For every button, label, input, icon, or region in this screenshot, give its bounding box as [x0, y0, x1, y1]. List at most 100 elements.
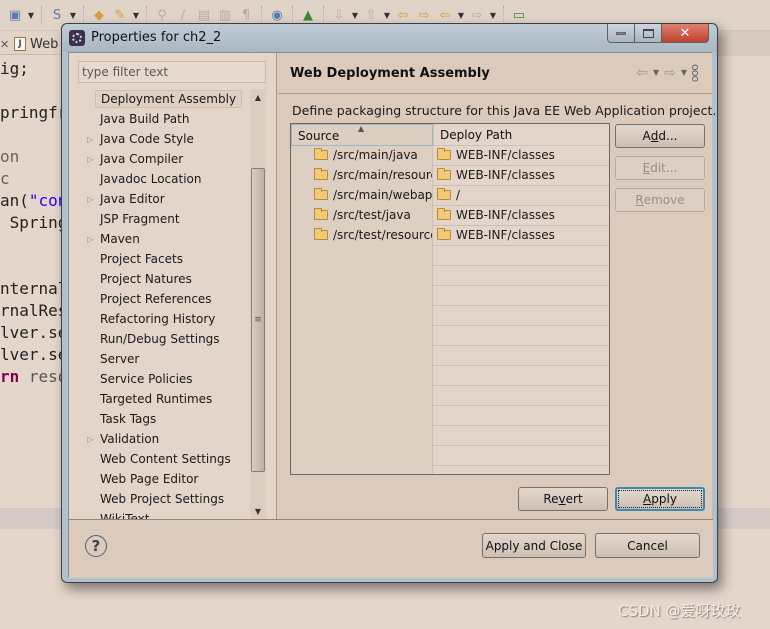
- table-row[interactable]: /src/main/java WEB-INF/classes: [291, 146, 609, 166]
- forward-dropdown-icon[interactable]: ▼: [681, 68, 687, 77]
- back-arrow-icon[interactable]: ⇦: [636, 65, 648, 81]
- tree-item[interactable]: Project References: [69, 289, 249, 309]
- forward-edit-icon[interactable]: ⇨: [415, 6, 433, 24]
- tree-item[interactable]: Java Build Path: [69, 109, 249, 129]
- deploy-path-cell: [433, 406, 609, 426]
- tree-item[interactable]: ▷ Java Editor: [69, 189, 249, 209]
- dropdown-arrow-icon[interactable]: ▼: [489, 6, 497, 24]
- tree-item[interactable]: Run/Debug Settings: [69, 329, 249, 349]
- tree-item-label: Java Build Path: [100, 112, 190, 126]
- globe-icon[interactable]: ◉: [268, 6, 286, 24]
- tree-scrollbar[interactable]: ▲ ≡ ▼: [250, 89, 266, 519]
- tree-item-label: Maven: [100, 232, 140, 246]
- tree-item[interactable]: ▷ Java Code Style: [69, 129, 249, 149]
- code-line: lver.se: [0, 323, 68, 342]
- last-edit-icon[interactable]: ⇦: [394, 6, 412, 24]
- tree-item[interactable]: ▷ Maven: [69, 229, 249, 249]
- tree-item[interactable]: Task Tags: [69, 409, 249, 429]
- forward-icon[interactable]: ⇨: [468, 6, 486, 24]
- tree-item[interactable]: Web Page Editor: [69, 469, 249, 489]
- source-cell: [291, 306, 433, 326]
- forward-arrow-icon[interactable]: ⇨: [664, 65, 676, 81]
- dropdown-arrow-icon[interactable]: ▼: [457, 6, 465, 24]
- table-row[interactable]: /src/test/resources WEB-INF/classes: [291, 226, 609, 246]
- tree-item[interactable]: Web Content Settings: [69, 449, 249, 469]
- dropdown-arrow-icon[interactable]: ▼: [132, 6, 140, 24]
- tree-item-label: Web Content Settings: [100, 452, 231, 466]
- deploy-path-cell: WEB-INF/classes: [433, 166, 609, 186]
- column-header-deploy-path[interactable]: Deploy Path: [433, 124, 609, 146]
- table-row[interactable]: /src/main/resources WEB-INF/classes: [291, 166, 609, 186]
- remove-button[interactable]: Remove: [615, 188, 705, 212]
- minimize-button[interactable]: [607, 24, 635, 43]
- scroll-up-arrow-icon[interactable]: ▲: [250, 89, 266, 105]
- source-cell: [291, 426, 433, 446]
- tree-item[interactable]: JSP Fragment: [69, 209, 249, 229]
- tree-item[interactable]: ▷ Java Compiler: [69, 149, 249, 169]
- maximize-button[interactable]: [635, 24, 662, 43]
- block-selection-icon[interactable]: ▤: [195, 6, 213, 24]
- previous-annotation-icon[interactable]: ⇧: [362, 6, 380, 24]
- run-icon[interactable]: ▲: [299, 6, 317, 24]
- table-row[interactable]: /src/main/webapp /: [291, 186, 609, 206]
- expand-arrow-icon[interactable]: ▷: [87, 135, 93, 144]
- cancel-button[interactable]: Cancel: [595, 533, 700, 558]
- revert-button[interactable]: Re v ert: [518, 487, 608, 511]
- view-menu-icon[interactable]: ooo: [689, 64, 702, 81]
- expand-arrow-icon[interactable]: ▷: [87, 235, 93, 244]
- open-type-icon[interactable]: ◆: [90, 6, 108, 24]
- table-row[interactable]: /src/test/java WEB-INF/classes: [291, 206, 609, 226]
- expand-arrow-icon[interactable]: ▷: [87, 155, 93, 164]
- add-button[interactable]: Ad d...: [615, 124, 705, 148]
- tree-item[interactable]: Targeted Runtimes: [69, 389, 249, 409]
- search-icon[interactable]: ⚲: [153, 6, 171, 24]
- column-header-source[interactable]: ▲ Source: [291, 124, 433, 146]
- tree-item[interactable]: Service Policies: [69, 369, 249, 389]
- deploy-path-cell: [433, 286, 609, 306]
- help-icon[interactable]: ?: [85, 535, 107, 557]
- expand-arrow-icon[interactable]: ▷: [87, 195, 93, 204]
- edit-button[interactable]: Edit...: [615, 156, 705, 180]
- tree-item[interactable]: WikiText: [69, 509, 249, 519]
- tree-item[interactable]: Refactoring History: [69, 309, 249, 329]
- apply-and-close-button[interactable]: Apply and Close: [482, 533, 586, 558]
- button-label: ert: [565, 492, 583, 506]
- close-button[interactable]: ✕: [662, 24, 709, 43]
- editor-tab[interactable]: ✕ J Web: [0, 34, 58, 54]
- dropdown-arrow-icon[interactable]: ▼: [351, 6, 359, 24]
- tree-item[interactable]: Server: [69, 349, 249, 369]
- empty-table-row: [291, 426, 609, 446]
- new-project-icon[interactable]: ▣: [6, 6, 24, 24]
- show-whitespace-icon[interactable]: ¶: [237, 6, 255, 24]
- pin-editor-icon[interactable]: ▭: [510, 6, 528, 24]
- button-label: A: [642, 129, 651, 143]
- dropdown-arrow-icon[interactable]: ▼: [383, 6, 391, 24]
- tree-item[interactable]: ▷ Validation: [69, 429, 249, 449]
- cell-text: WEB-INF/classes: [456, 208, 555, 222]
- back-icon[interactable]: ⇦: [436, 6, 454, 24]
- dialog-titlebar[interactable]: Properties for ch2_2 ✕: [62, 24, 717, 52]
- apply-button[interactable]: Apply: [615, 487, 705, 511]
- dropdown-arrow-icon[interactable]: ▼: [27, 6, 35, 24]
- folder-icon: [314, 168, 328, 180]
- scroll-down-arrow-icon[interactable]: ▼: [250, 503, 266, 519]
- button-label: dit...: [650, 161, 678, 175]
- dropdown-arrow-icon[interactable]: ▼: [69, 6, 77, 24]
- code-line: pringfr: [0, 103, 68, 122]
- pen-icon[interactable]: ✎: [111, 6, 129, 24]
- tree-item[interactable]: Web Project Settings: [69, 489, 249, 509]
- tree-item[interactable]: Deployment Assembly: [69, 89, 249, 109]
- tree-item[interactable]: Project Facets: [69, 249, 249, 269]
- document-icon[interactable]: ▥: [216, 6, 234, 24]
- tree-item[interactable]: Project Natures: [69, 269, 249, 289]
- close-tab-icon[interactable]: ✕: [0, 38, 10, 51]
- back-dropdown-icon[interactable]: ▼: [653, 68, 659, 77]
- next-annotation-icon[interactable]: ⇩: [330, 6, 348, 24]
- highlight-icon[interactable]: ∕: [174, 6, 192, 24]
- scrollbar-thumb[interactable]: ≡: [251, 168, 265, 472]
- spring-icon[interactable]: S: [48, 6, 66, 24]
- filter-input[interactable]: [78, 61, 266, 83]
- mnemonic: A: [643, 492, 652, 506]
- tree-item[interactable]: Javadoc Location: [69, 169, 249, 189]
- expand-arrow-icon[interactable]: ▷: [87, 435, 93, 444]
